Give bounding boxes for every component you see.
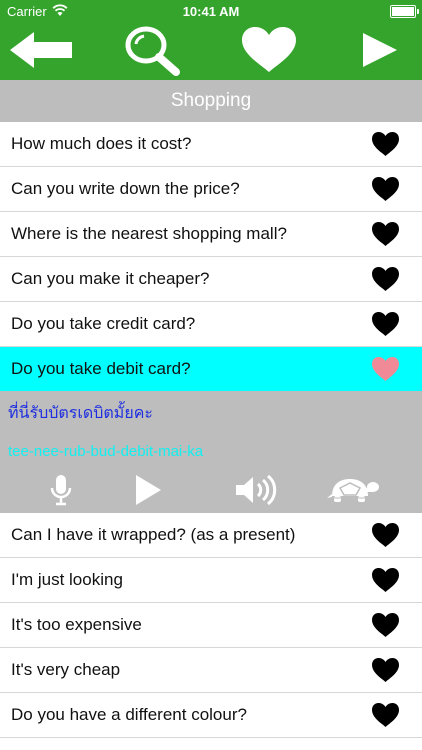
microphone-icon bbox=[50, 475, 72, 506]
phrase-detail-panel: ที่นี่รับบัตรเดบิตมั้ยคะ tee-nee-rub-bud… bbox=[0, 391, 422, 513]
battery-icon bbox=[390, 5, 419, 18]
section-header: Shopping bbox=[0, 80, 422, 122]
phrase-text: Can you make it cheaper? bbox=[11, 269, 210, 288]
back-button[interactable] bbox=[6, 24, 76, 76]
heart-icon[interactable] bbox=[371, 522, 400, 548]
phrase-text: Can I have it wrapped? (as a present) bbox=[11, 525, 296, 544]
phrase-text: It's too expensive bbox=[11, 615, 142, 634]
phrase-row[interactable]: Can you make it cheaper? bbox=[0, 257, 422, 302]
heart-icon[interactable] bbox=[371, 221, 400, 247]
speaker-icon bbox=[236, 474, 277, 506]
phrase-text: Can you write down the price? bbox=[11, 179, 240, 198]
heart-icon[interactable] bbox=[371, 356, 400, 382]
phrase-list: How much does it cost? Can you write dow… bbox=[0, 122, 422, 738]
heart-icon[interactable] bbox=[371, 176, 400, 202]
status-time: 10:41 AM bbox=[182, 4, 240, 19]
toolbar bbox=[0, 22, 422, 80]
phrase-text: I'm just looking bbox=[11, 570, 123, 589]
phrase-row[interactable]: How much does it cost? bbox=[0, 122, 422, 167]
play-all-button[interactable] bbox=[356, 24, 402, 76]
phrase-row[interactable]: It's too expensive bbox=[0, 603, 422, 648]
play-button[interactable] bbox=[130, 473, 166, 507]
phrase-text: Where is the nearest shopping mall? bbox=[11, 224, 287, 243]
status-bar: Carrier 10:41 AM bbox=[0, 0, 422, 22]
phrase-row-selected[interactable]: Do you take debit card? bbox=[0, 347, 422, 391]
phrase-text: Do you take debit card? bbox=[11, 359, 191, 378]
speaker-button[interactable] bbox=[232, 473, 280, 507]
arrow-left-icon bbox=[10, 32, 72, 68]
phrase-row[interactable]: I'm just looking bbox=[0, 558, 422, 603]
phrase-row[interactable]: Where is the nearest shopping mall? bbox=[0, 212, 422, 257]
heart-icon[interactable] bbox=[371, 567, 400, 593]
heart-icon[interactable] bbox=[371, 266, 400, 292]
phrase-row[interactable]: Can you write down the price? bbox=[0, 167, 422, 212]
phrase-text: How much does it cost? bbox=[11, 134, 192, 153]
slow-play-button[interactable] bbox=[324, 473, 382, 507]
romanization: tee-nee-rub-bud-debit-mai-ka bbox=[8, 443, 204, 460]
heart-icon[interactable] bbox=[371, 131, 400, 157]
phrase-row[interactable]: Can I have it wrapped? (as a present) bbox=[0, 513, 422, 558]
heart-icon[interactable] bbox=[371, 311, 400, 337]
play-icon bbox=[136, 475, 161, 505]
search-icon bbox=[125, 26, 180, 76]
thai-translation: ที่นี่รับบัตรเดบิตมั้ยคะ bbox=[8, 405, 153, 422]
top-bar: Carrier 10:41 AM bbox=[0, 0, 422, 80]
phrase-text: Do you take credit card? bbox=[11, 314, 196, 333]
heart-icon[interactable] bbox=[371, 612, 400, 638]
play-icon bbox=[363, 33, 397, 67]
phrase-row[interactable]: It's very cheap bbox=[0, 648, 422, 693]
heart-icon[interactable] bbox=[371, 702, 400, 728]
phrase-row[interactable]: Do you take credit card? bbox=[0, 302, 422, 347]
phrase-row[interactable]: Do you have a different colour? bbox=[0, 693, 422, 738]
record-button[interactable] bbox=[44, 473, 78, 507]
favorites-button[interactable] bbox=[238, 24, 300, 76]
phrase-text: Do you have a different colour? bbox=[11, 705, 247, 724]
search-button[interactable] bbox=[120, 24, 184, 76]
heart-icon[interactable] bbox=[371, 657, 400, 683]
heart-icon bbox=[242, 27, 296, 72]
turtle-icon bbox=[327, 479, 379, 502]
phrase-text: It's very cheap bbox=[11, 660, 121, 679]
